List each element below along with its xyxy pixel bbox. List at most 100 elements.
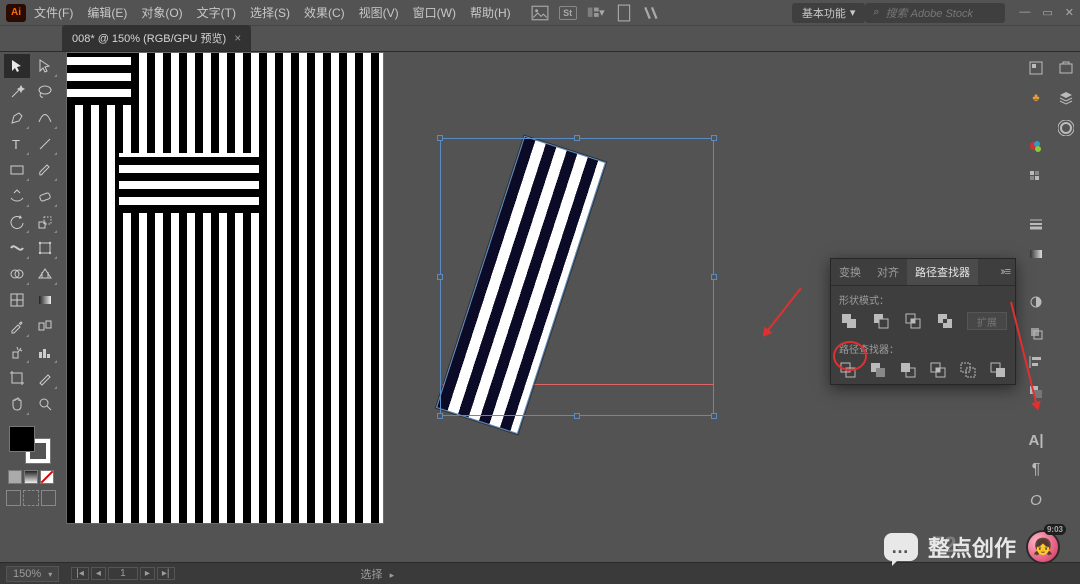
menu-object[interactable]: 对象(O)	[141, 4, 182, 21]
menu-view[interactable]: 视图(V)	[359, 4, 399, 21]
selection-bounding-box[interactable]	[440, 138, 714, 416]
panel-tab-pathfinder[interactable]: 路径查找器	[907, 259, 978, 285]
appearance-panel-icon[interactable]	[1024, 320, 1048, 344]
libraries-panel-icon[interactable]	[1054, 56, 1078, 80]
artboard-first-button[interactable]: |◂	[71, 567, 89, 580]
gradient-panel-icon[interactable]	[1024, 242, 1048, 266]
shape-builder-tool[interactable]	[4, 262, 30, 286]
menu-type[interactable]: 文字(T)	[197, 4, 236, 21]
width-tool[interactable]	[4, 236, 30, 260]
workspace-switcher[interactable]: 基本功能 ▾	[792, 3, 866, 23]
properties-panel-icon[interactable]	[1024, 56, 1048, 80]
layers-panel-icon[interactable]	[1054, 86, 1078, 110]
draw-behind-icon[interactable]	[23, 490, 38, 506]
curvature-tool[interactable]	[32, 106, 58, 130]
handle-top-right[interactable]	[711, 135, 717, 141]
transparency-panel-icon[interactable]	[1024, 290, 1048, 314]
handle-bot-left[interactable]	[437, 413, 443, 419]
paragraph-panel-icon[interactable]: ¶	[1024, 458, 1048, 482]
artboard-prev-button[interactable]: ◂	[91, 567, 106, 580]
hand-tool[interactable]	[4, 392, 30, 416]
bar-doc-setup-icon[interactable]	[615, 4, 633, 22]
window-max-button[interactable]: ▭	[1042, 6, 1052, 19]
bar-st-icon[interactable]: St	[559, 6, 577, 20]
rectangle-tool[interactable]	[4, 158, 30, 182]
artboard-last-button[interactable]: ▸|	[157, 567, 175, 580]
shape-mode-minus-front-button[interactable]	[871, 311, 893, 331]
eyedropper-tool[interactable]	[4, 314, 30, 338]
menu-window[interactable]: 窗口(W)	[413, 4, 456, 21]
slice-tool[interactable]	[32, 366, 58, 390]
menu-effect[interactable]: 效果(C)	[304, 4, 345, 21]
artboard-tool[interactable]	[4, 366, 30, 390]
status-mode-label[interactable]: 选择 ▸	[361, 566, 395, 582]
window-min-button[interactable]: —	[1019, 6, 1030, 19]
free-transform-tool[interactable]	[32, 236, 58, 260]
draw-normal-icon[interactable]	[6, 490, 21, 506]
perspective-grid-tool[interactable]	[32, 262, 58, 286]
eraser-tool[interactable]	[32, 184, 58, 208]
swatches-panel-icon[interactable]	[1024, 164, 1048, 188]
scale-tool[interactable]	[32, 210, 58, 234]
menu-select[interactable]: 选择(S)	[250, 4, 290, 21]
handle-bot-mid[interactable]	[574, 413, 580, 419]
color-panel-icon[interactable]: ♣	[1024, 86, 1048, 110]
menu-help[interactable]: 帮助(H)	[470, 4, 511, 21]
artboard-next-button[interactable]: ▸	[140, 567, 155, 580]
menu-edit[interactable]: 编辑(E)	[87, 4, 127, 21]
pathfinder-panel[interactable]: 变换 对齐 路径查找器 ›› ≡ 形状模式： 扩展 路径查找器：	[830, 258, 1016, 385]
lasso-tool[interactable]	[32, 80, 58, 104]
pen-tool[interactable]	[4, 106, 30, 130]
rotate-tool[interactable]	[4, 210, 30, 234]
handle-top-mid[interactable]	[574, 135, 580, 141]
shape-mode-intersect-button[interactable]	[903, 311, 925, 331]
symbol-sprayer-tool[interactable]	[4, 340, 30, 364]
window-close-button[interactable]: ✕	[1065, 6, 1074, 19]
type-tool[interactable]: T	[4, 132, 30, 156]
paintbrush-tool[interactable]	[32, 158, 58, 182]
blend-tool[interactable]	[32, 314, 58, 338]
column-graph-tool[interactable]	[32, 340, 58, 364]
line-tool[interactable]	[32, 132, 58, 156]
panel-tab-align[interactable]: 对齐	[869, 259, 907, 285]
bar-image-icon[interactable]	[531, 4, 549, 22]
bar-prefs-icon[interactable]	[643, 4, 661, 22]
opentype-panel-icon[interactable]: O	[1024, 488, 1048, 512]
mesh-tool[interactable]	[4, 288, 30, 312]
shape-mode-exclude-button[interactable]	[935, 311, 957, 331]
panel-tab-transform[interactable]: 变换	[831, 259, 869, 285]
draw-inside-icon[interactable]	[41, 490, 56, 506]
pathfinder-outline-button[interactable]	[959, 360, 979, 380]
shape-mode-unite-button[interactable]	[839, 311, 861, 331]
stroke-panel-icon[interactable]	[1024, 212, 1048, 236]
character-panel-icon[interactable]: A|	[1024, 428, 1048, 452]
artboard-index[interactable]: 1	[108, 567, 138, 580]
document-tab-close-button[interactable]: ×	[234, 31, 241, 45]
magic-wand-tool[interactable]	[4, 80, 30, 104]
fill-stroke-swatch[interactable]	[9, 426, 53, 466]
shape-mode-expand-button[interactable]: 扩展	[967, 312, 1007, 330]
document-tab[interactable]: 008* @ 150% (RGB/GPU 预览) ×	[62, 25, 251, 51]
pathfinder-crop-button[interactable]	[929, 360, 949, 380]
panel-collapse-button[interactable]: ›› ≡	[994, 262, 1015, 282]
gradient-tool[interactable]	[32, 288, 58, 312]
zoom-tool[interactable]	[32, 392, 58, 416]
search-field[interactable]: ⌕ 搜索 Adobe Stock	[865, 3, 1005, 23]
color-guide-panel-icon[interactable]	[1024, 134, 1048, 158]
menu-file[interactable]: 文件(F)	[34, 4, 73, 21]
gradient-mode-icon[interactable]	[24, 470, 38, 484]
pathfinder-minus-back-button[interactable]	[989, 360, 1009, 380]
pathfinder-merge-button[interactable]	[899, 360, 919, 380]
fill-swatch[interactable]	[9, 426, 35, 452]
direct-selection-tool[interactable]	[32, 54, 58, 78]
pathfinder-trim-button[interactable]	[869, 360, 889, 380]
handle-top-left[interactable]	[437, 135, 443, 141]
handle-mid-right[interactable]	[711, 274, 717, 280]
cc-libraries-panel-icon[interactable]	[1054, 116, 1078, 140]
none-mode-icon[interactable]	[40, 470, 54, 484]
bar-arrange-icon[interactable]: ▾	[587, 4, 605, 22]
handle-mid-left[interactable]	[437, 274, 443, 280]
zoom-level-dropdown[interactable]: 150% ▾	[6, 566, 59, 582]
shaper-tool[interactable]	[4, 184, 30, 208]
handle-bot-right[interactable]	[711, 413, 717, 419]
